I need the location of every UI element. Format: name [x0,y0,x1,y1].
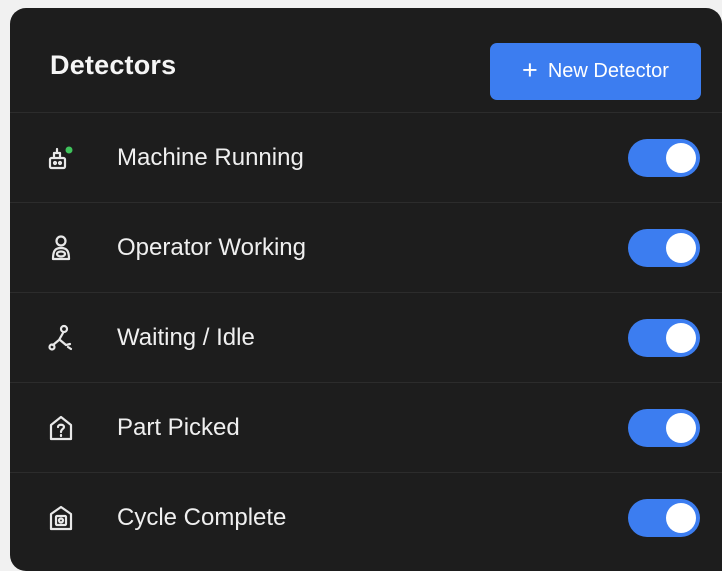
detector-row-machine-running[interactable]: Machine Running [10,113,722,203]
part-picked-toggle[interactable] [628,408,700,447]
detectors-panel: Detectors + New Detector Machine Running [10,8,722,571]
part-icon [46,413,76,443]
operator-working-toggle[interactable] [628,228,700,267]
detector-label: Operator Working [117,233,306,261]
waiting-idle-toggle[interactable] [628,318,700,357]
new-detector-label: New Detector [547,60,669,82]
detector-row-operator-working[interactable]: Operator Working [10,203,722,293]
detector-row-part-picked[interactable]: Part Picked [10,383,722,473]
new-detector-button[interactable]: + New Detector [490,43,701,100]
toggle-knob [666,322,696,353]
panel-title: Detectors [50,50,177,80]
toggle-knob [666,503,696,533]
detector-label: Part Picked [117,413,240,441]
operator-icon [46,233,76,263]
toggle-knob [666,142,696,173]
detector-label: Machine Running [117,143,304,171]
idle-icon [46,323,76,353]
detector-row-cycle-complete[interactable]: Cycle Complete [10,473,722,563]
cycle-complete-toggle[interactable] [628,499,700,537]
detector-row-waiting-idle[interactable]: Waiting / Idle [10,293,722,383]
detector-label: Waiting / Idle [117,323,255,351]
machine-icon [46,143,76,173]
cycle-icon [46,503,76,533]
plus-icon: + [522,55,538,85]
machine-running-toggle[interactable] [628,138,700,177]
toggle-knob [666,412,696,443]
detector-label: Cycle Complete [117,504,287,531]
toggle-knob [666,232,696,263]
panel-header: Detectors + New Detector [10,8,722,113]
